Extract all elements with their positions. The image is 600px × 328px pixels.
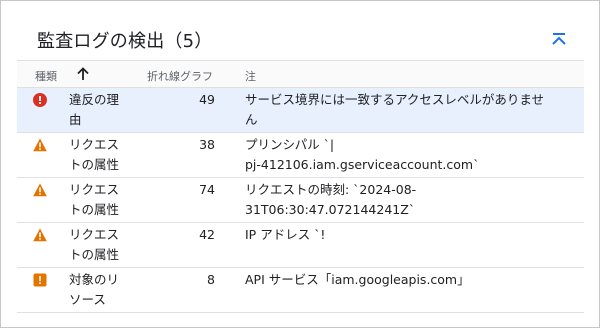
arrow-up-icon[interactable] bbox=[75, 66, 91, 82]
line-graph-value: 74 bbox=[199, 182, 215, 197]
column-header-line-graph[interactable]: 折れ線グラフ bbox=[147, 68, 213, 84]
line-graph-value: 42 bbox=[199, 227, 215, 242]
line-graph-value: 8 bbox=[207, 272, 215, 287]
finding-type: 対象のリ ソース bbox=[69, 272, 120, 307]
table-row[interactable]: リクエス トの属性 38 プリンシパル `| pj-412106.iam.gse… bbox=[17, 133, 584, 178]
warning-triangle-icon bbox=[33, 138, 47, 152]
table-row[interactable]: 違反の理 由 49 サービス境界には一致するアクセスレベルがありませ ん bbox=[17, 88, 584, 133]
audit-log-findings-panel: 監査ログの検出（5） 種類 折れ線グラフ 注 違反の理 由 49 サービス境界に… bbox=[0, 0, 600, 328]
finding-note: プリンシパル `| pj-412106.iam.gserviceaccount.… bbox=[245, 137, 480, 172]
warning-square-icon bbox=[33, 273, 47, 287]
warning-triangle-icon bbox=[33, 183, 47, 197]
finding-type: リクエス トの属性 bbox=[69, 182, 120, 217]
warning-triangle-icon bbox=[33, 228, 47, 242]
findings-table: 種類 折れ線グラフ 注 違反の理 由 49 サービス境界には一致するアクセスレベ… bbox=[17, 60, 584, 313]
column-header-note[interactable]: 注 bbox=[245, 68, 256, 84]
finding-type: リクエス トの属性 bbox=[69, 137, 120, 172]
table-header: 種類 折れ線グラフ 注 bbox=[17, 60, 584, 88]
line-graph-value: 38 bbox=[199, 137, 215, 152]
finding-note: API サービス「iam.googleapis.com」 bbox=[245, 272, 470, 287]
line-graph-value: 49 bbox=[199, 92, 215, 107]
finding-type: リクエス トの属性 bbox=[69, 227, 120, 262]
table-row[interactable]: 対象のリ ソース 8 API サービス「iam.googleapis.com」 bbox=[17, 268, 584, 313]
finding-type: 違反の理 由 bbox=[69, 92, 120, 127]
table-row[interactable]: リクエス トの属性 74 リクエストの時刻: `2024-08- 31T06:3… bbox=[17, 178, 584, 223]
finding-note: IP アドレス `! bbox=[245, 227, 326, 242]
table-row[interactable]: リクエス トの属性 42 IP アドレス `! bbox=[17, 223, 584, 268]
error-circle-icon bbox=[33, 93, 47, 107]
column-header-type[interactable]: 種類 bbox=[35, 68, 57, 84]
panel-title: 監査ログの検出（5） bbox=[37, 31, 213, 52]
finding-note: リクエストの時刻: `2024-08- 31T06:30:47.07214424… bbox=[245, 182, 417, 217]
finding-note: サービス境界には一致するアクセスレベルがありませ ん bbox=[245, 92, 545, 127]
collapse-up-icon[interactable] bbox=[549, 29, 569, 49]
